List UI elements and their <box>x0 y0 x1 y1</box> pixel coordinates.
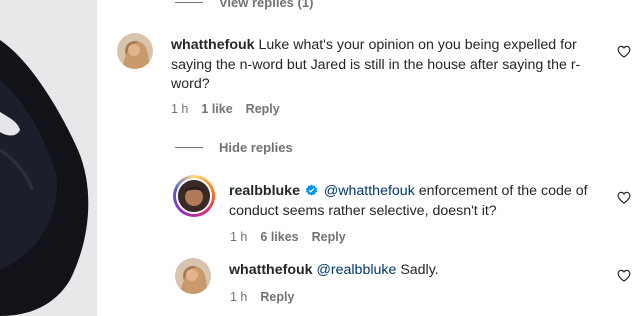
comments-panel: View replies (1) whatthefouk Luke what's… <box>97 0 639 316</box>
comment-time: 1 h <box>230 290 248 304</box>
like-heart-icon[interactable] <box>617 45 631 58</box>
comment-2-meta: 1 h 6 likes Reply <box>230 230 346 244</box>
verified-badge-icon <box>305 184 317 196</box>
post-media-panel <box>0 0 97 316</box>
like-heart-icon[interactable] <box>617 191 631 204</box>
comment-username[interactable]: whatthefouk <box>229 262 313 278</box>
comment-1-meta: 1 h 1 like Reply <box>171 102 280 116</box>
mention-link[interactable]: @realbbluke <box>317 262 397 278</box>
comment-1-text: whatthefouk Luke what's your opinion on … <box>171 36 607 95</box>
avatar[interactable] <box>117 33 153 69</box>
story-ring-avatar[interactable] <box>173 175 215 217</box>
comment-time: 1 h <box>171 102 189 116</box>
comment-2-text: realbbluke @whatthefouk enforcement of t… <box>229 182 609 221</box>
avatar[interactable] <box>175 258 211 294</box>
comment-likes[interactable]: 6 likes <box>260 230 298 244</box>
reply-button[interactable]: Reply <box>246 102 280 116</box>
comment-likes[interactable]: 1 like <box>201 102 232 116</box>
comment-time: 1 h <box>230 230 248 244</box>
divider-line <box>175 147 203 148</box>
reply-button[interactable]: Reply <box>312 230 346 244</box>
mention-link[interactable]: @whatthefouk <box>324 183 415 199</box>
hide-replies-label: Hide replies <box>219 140 293 155</box>
reply-button[interactable]: Reply <box>260 290 294 304</box>
hide-replies-button[interactable]: Hide replies <box>175 140 293 155</box>
comment-username[interactable]: whatthefouk <box>171 37 255 53</box>
like-heart-icon[interactable] <box>617 269 631 282</box>
comment-body: Sadly. <box>396 262 439 278</box>
view-replies-label: View replies (1) <box>219 0 314 10</box>
comment-username[interactable]: realbbluke <box>229 183 300 199</box>
comment-3-meta: 1 h Reply <box>230 290 294 304</box>
view-replies-button[interactable]: View replies (1) <box>175 0 313 10</box>
divider-line <box>175 2 203 3</box>
post-image <box>0 0 97 316</box>
comment-3-text: whatthefouk @realbbluke Sadly. <box>229 261 609 281</box>
